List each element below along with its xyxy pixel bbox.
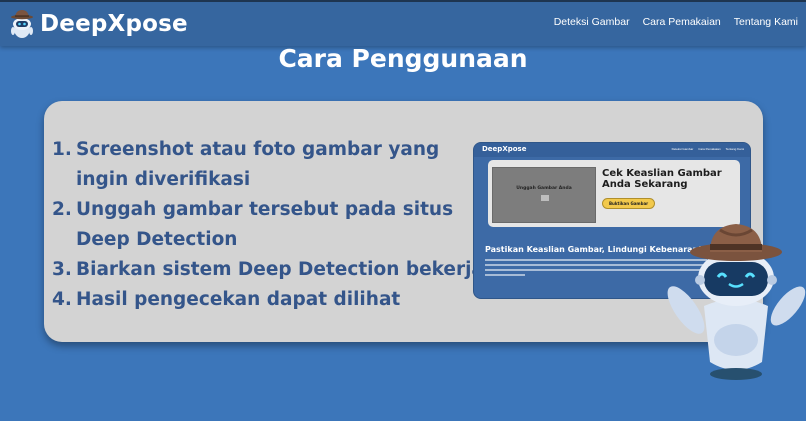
- brand-name: DeepXpose: [40, 11, 188, 37]
- preview-nav-link: Tentang Kami: [725, 147, 744, 151]
- preview-navbar: DeepXpose Deteksi Gambar Cara Pemakaian …: [474, 143, 750, 157]
- steps-list: 1. Screenshot atau foto gambar yang ingi…: [52, 135, 492, 315]
- nav-link-cara-pemakaian[interactable]: Cara Pemakaian: [643, 16, 721, 28]
- step-text: Hasil pengecekan dapat dilihat: [76, 289, 401, 310]
- step-text: Screenshot atau foto gambar yang ingin d…: [76, 139, 440, 190]
- nav-link-tentang-kami[interactable]: Tentang Kami: [734, 16, 798, 28]
- step-item: 3. Biarkan sistem Deep Detection bekerja: [52, 255, 492, 285]
- preview-nav-link: Cara Pemakaian: [698, 147, 721, 151]
- step-item: 2. Unggah gambar tersebut pada situs Dee…: [52, 195, 492, 255]
- upload-icon: [541, 195, 549, 201]
- robot-detective-mascot-icon: [667, 224, 806, 380]
- navbar: DeepXpose Deteksi Gambar Cara Pemakaian …: [0, 0, 806, 46]
- preview-hero-title: Cek Keaslian Gambar Anda Sekarang: [602, 168, 722, 190]
- step-item: 1. Screenshot atau foto gambar yang ingi…: [52, 135, 492, 195]
- page-title: Cara Penggunaan: [278, 44, 528, 73]
- preview-nav-link: Deteksi Gambar: [671, 147, 694, 151]
- step-text: Unggah gambar tersebut pada situs Deep D…: [76, 199, 454, 250]
- robot-detective-logo-icon: [11, 10, 33, 38]
- preview-nav-links: Deteksi Gambar Cara Pemakaian Tentang Ka…: [672, 147, 744, 151]
- nav-link-deteksi-gambar[interactable]: Deteksi Gambar: [554, 16, 630, 28]
- step-text: Biarkan sistem Deep Detection bekerja: [76, 259, 484, 280]
- step-number: 1.: [52, 139, 72, 160]
- nav-links: Deteksi Gambar Cara Pemakaian Tentang Ka…: [554, 16, 798, 28]
- step-number: 4.: [52, 289, 72, 310]
- preview-upload-box: Unggah Gambar Anda: [492, 167, 596, 223]
- preview-hero: Unggah Gambar Anda Cek Keaslian Gambar A…: [488, 160, 740, 227]
- preview-hero-button: Buktikan Gambar: [602, 198, 656, 209]
- step-number: 2.: [52, 199, 72, 220]
- step-item: 4. Hasil pengecekan dapat dilihat: [52, 285, 492, 315]
- preview-upload-title: Unggah Gambar Anda: [516, 186, 572, 191]
- step-number: 3.: [52, 259, 72, 280]
- preview-paragraph-line: [485, 274, 525, 276]
- preview-brand: DeepXpose: [482, 145, 527, 153]
- brand[interactable]: DeepXpose: [8, 6, 188, 42]
